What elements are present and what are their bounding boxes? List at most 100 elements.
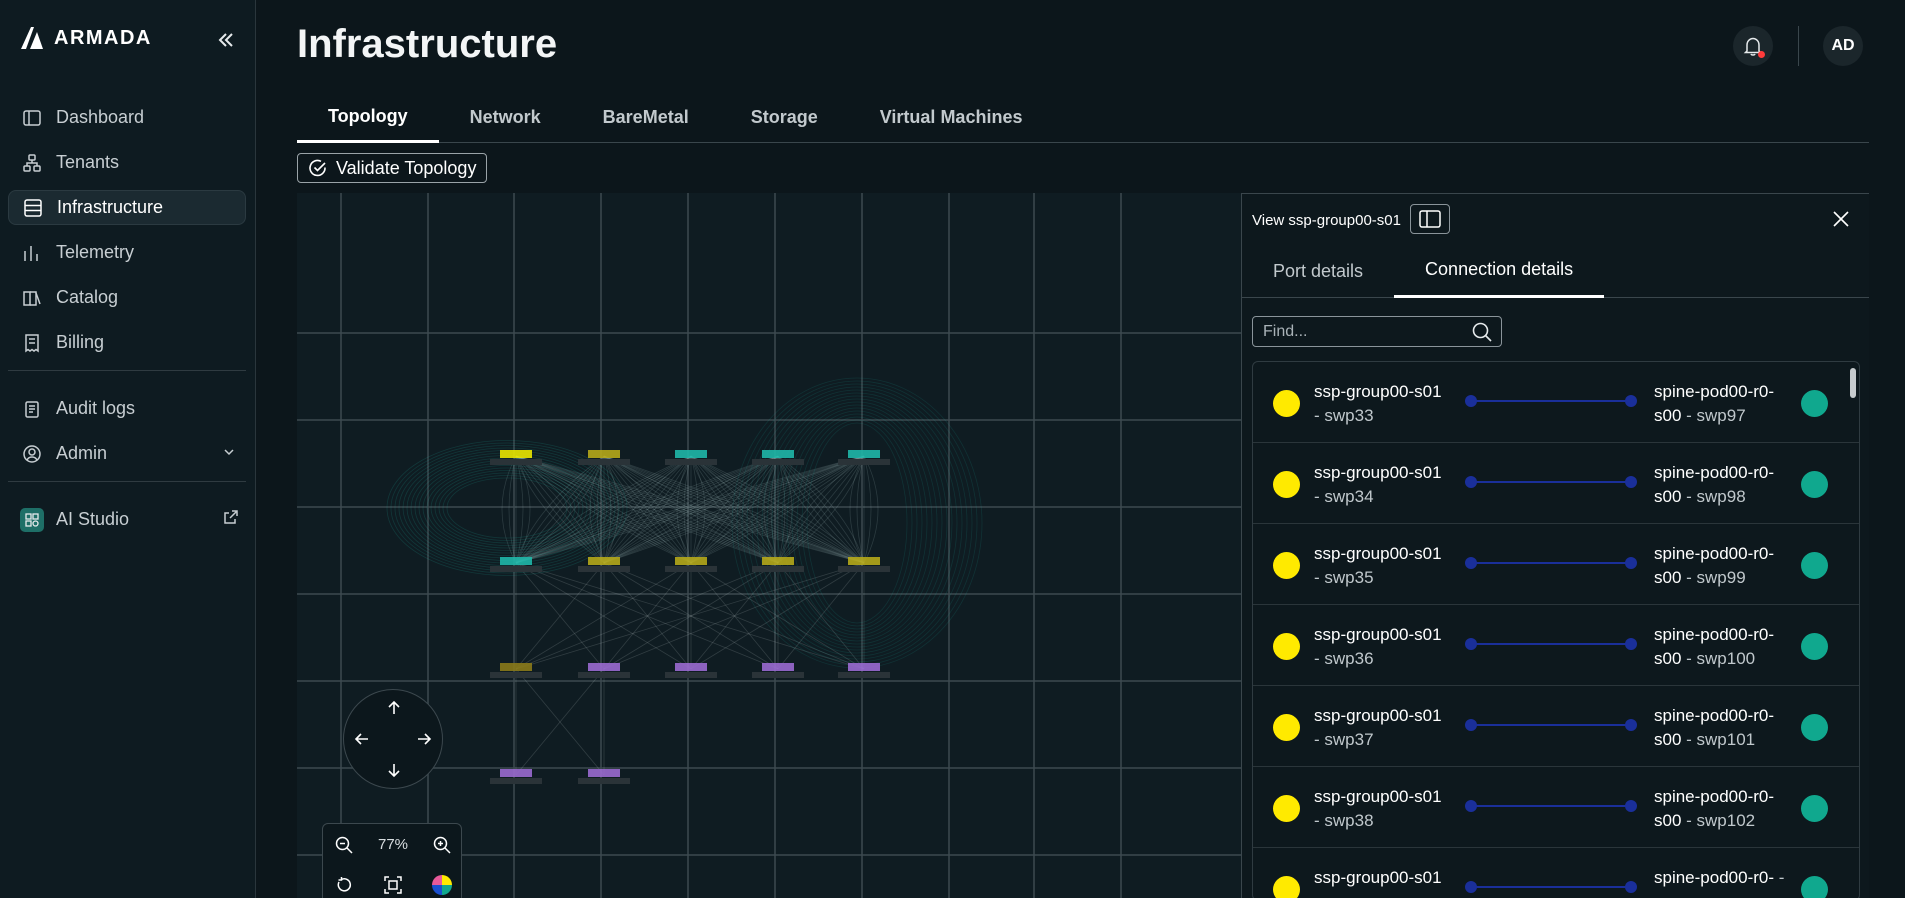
connection-link [1465, 476, 1637, 488]
pan-right-button[interactable] [412, 727, 436, 751]
topology-node-label [762, 557, 794, 565]
topology-node-label [588, 769, 620, 777]
target-port-sep: - [1681, 568, 1697, 587]
panel-tabs: Port details Connection details [1242, 244, 1869, 298]
reset-view-button[interactable] [331, 872, 357, 898]
connection-row[interactable]: ssp-group00-s01 - swp33 spine-pod00-r0-s00… [1253, 362, 1859, 443]
topology-node [490, 566, 542, 572]
target-port: swp99 [1696, 568, 1746, 587]
connection-row[interactable]: ssp-group00-s01 - spine-pod00-r0- - [1253, 848, 1859, 898]
tab-topology[interactable]: Topology [297, 92, 439, 143]
find-field [1252, 316, 1502, 347]
topology-node-label [848, 663, 880, 671]
source-endpoint: ssp-group00-s01 - swp36 [1314, 623, 1464, 671]
admin-icon [20, 442, 44, 466]
source-status-dot [1273, 552, 1300, 579]
topology-link [776, 404, 938, 642]
tab-port-details[interactable]: Port details [1242, 244, 1394, 298]
topology-node-label [675, 663, 707, 671]
connection-row[interactable]: ssp-group00-s01 - swp36 spine-pod00-r0-s00… [1253, 605, 1859, 686]
source-port: swp36 [1324, 649, 1374, 668]
sidebar-item-ai-studio[interactable]: AI Studio [8, 502, 246, 537]
topology-link [796, 416, 918, 630]
sidebar-item-label: Infrastructure [57, 197, 164, 217]
source-port: swp35 [1324, 568, 1374, 587]
pan-up-button[interactable] [382, 696, 406, 720]
search-input[interactable] [1253, 317, 1463, 346]
audit-logs-icon [20, 397, 44, 421]
sidebar-item-audit-logs[interactable]: Audit logs [8, 391, 246, 426]
topology-node [490, 672, 542, 678]
topology-canvas[interactable]: 77% [297, 193, 1241, 898]
pan-down-button[interactable] [382, 758, 406, 782]
external-link-icon [222, 508, 240, 531]
tab-storage[interactable]: Storage [720, 92, 849, 143]
brand-name: ARMADA [54, 26, 152, 49]
close-panel-button[interactable] [1828, 206, 1854, 232]
target-endpoint: spine-pod00-r0-s00 - swp98 [1654, 461, 1794, 509]
source-device: ssp-group00-s01 [1314, 463, 1442, 482]
tab-connection-details[interactable]: Connection details [1394, 244, 1605, 298]
pan-left-button[interactable] [350, 727, 374, 751]
sidebar-item-dashboard[interactable]: Dashboard [8, 100, 246, 135]
sidebar-item-tenants[interactable]: Tenants [8, 145, 246, 180]
sidebar-item-telemetry[interactable]: Telemetry [8, 235, 246, 270]
toggle-panel-button[interactable] [1410, 204, 1450, 234]
topology-node [578, 672, 630, 678]
catalog-icon [20, 286, 44, 310]
source-port-prefix: - [1314, 811, 1325, 830]
tab-baremetal[interactable]: BareMetal [572, 92, 720, 143]
connection-row[interactable]: ssp-group00-s01 - swp37 spine-pod00-r0-s00… [1253, 686, 1859, 767]
target-endpoint: spine-pod00-r0-s00 - swp101 [1654, 704, 1794, 752]
legend-button[interactable] [429, 872, 455, 898]
collapse-sidebar-button[interactable] [212, 26, 240, 54]
topology-node-label [762, 663, 794, 671]
sidebar-item-label: Admin [56, 443, 108, 463]
brand-logo[interactable]: ARMADA [18, 24, 152, 52]
notification-badge [1758, 51, 1765, 58]
search-icon[interactable] [1471, 321, 1493, 343]
connection-list[interactable]: ssp-group00-s01 - swp33 spine-pod00-r0-s00… [1252, 361, 1860, 898]
target-endpoint: spine-pod00-r0-s00 - swp102 [1654, 785, 1794, 833]
target-status-dot [1801, 390, 1828, 417]
source-device: ssp-group00-s01 [1314, 625, 1442, 644]
panel-title: View ssp-group00-s01 [1252, 212, 1401, 229]
topology-graph[interactable] [297, 193, 1241, 898]
sidebar-item-catalog[interactable]: Catalog [8, 280, 246, 315]
topology-node [665, 672, 717, 678]
topology-link [508, 455, 517, 564]
connection-row[interactable]: ssp-group00-s01 - swp35 spine-pod00-r0-s00… [1253, 524, 1859, 605]
sidebar-item-infrastructure[interactable]: Infrastructure [8, 190, 246, 225]
target-endpoint: spine-pod00-r0-s00 - swp99 [1654, 542, 1794, 590]
zoom-out-button[interactable] [331, 832, 357, 858]
connection-row[interactable]: ssp-group00-s01 - swp34 spine-pod00-r0-s00… [1253, 443, 1859, 524]
zoom-in-icon [433, 836, 451, 854]
source-endpoint: ssp-group00-s01 - swp38 [1314, 785, 1464, 833]
connection-row[interactable]: ssp-group00-s01 - swp38 spine-pod00-r0-s00… [1253, 767, 1859, 848]
fit-view-button[interactable] [380, 872, 406, 898]
source-endpoint: ssp-group00-s01 - swp33 [1314, 380, 1464, 428]
topology-node-label [500, 450, 532, 458]
sidebar-item-label: Billing [56, 332, 105, 352]
target-status-dot [1801, 795, 1828, 822]
topology-node [578, 566, 630, 572]
source-port-prefix: - [1314, 730, 1325, 749]
sidebar-item-admin[interactable]: Admin [8, 436, 246, 471]
sidebar-item-billing[interactable]: Billing [8, 325, 246, 360]
target-port: swp101 [1696, 730, 1756, 749]
source-status-dot [1273, 876, 1300, 898]
avatar[interactable]: AD [1823, 26, 1863, 66]
tab-virtual-machines[interactable]: Virtual Machines [849, 92, 1054, 143]
validate-topology-button[interactable]: Validate Topology [297, 153, 488, 183]
notifications-button[interactable] [1733, 26, 1773, 66]
source-status-dot [1273, 633, 1300, 660]
topology-node-label [588, 557, 620, 565]
zoom-in-button[interactable] [429, 832, 455, 858]
target-port: swp98 [1696, 487, 1746, 506]
topology-node [665, 459, 717, 465]
connection-link [1465, 638, 1637, 650]
topology-node-label [762, 450, 794, 458]
sidebar-divider [8, 481, 246, 482]
sidebar-nav: Dashboard Tenants Infrastructure Telemet… [8, 100, 246, 547]
tab-network[interactable]: Network [439, 92, 572, 143]
